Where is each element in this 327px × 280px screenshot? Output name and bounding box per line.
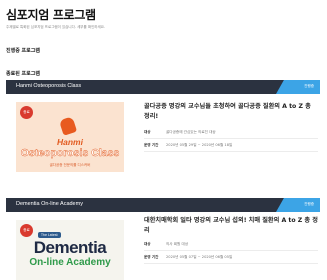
status-badge: 종료	[20, 106, 33, 119]
program-card-title: Hanmi Osteoporosis Class	[16, 83, 82, 89]
program-card-body: 종료 The Latest Dementia On-line Academy 대…	[6, 212, 320, 280]
program-card-hanmi[interactable]: Hanmi Osteoporosis Class 진행중 종료 Hanmi Os…	[6, 80, 320, 178]
nav-ongoing-programs[interactable]: 진행중 프로그램	[6, 47, 40, 54]
program-thumbnail[interactable]: 종료 The Latest Dementia On-line Academy	[16, 220, 124, 280]
nav-finished-programs[interactable]: 종료된 프로그램	[6, 70, 40, 77]
program-card-body: 종료 Hanmi Osteoporosis Class 골다공증 전문의를 디스…	[6, 94, 320, 178]
page-description: 주제별로 특화된 심포지엄 프로그램이 있습니다. 세부를 확인하세요.	[6, 25, 106, 29]
info-row-target: 대상 골다공증에 관심있는 의료진 대상	[144, 126, 318, 139]
program-card-header: Hanmi Osteoporosis Class 진행중	[6, 80, 320, 94]
program-card-dementia[interactable]: Dementia On-line Academy 진행중 종료 The Late…	[6, 198, 320, 280]
thumbnail-subtitle: 골다공증 전문의를 디스커버	[49, 163, 91, 167]
program-thumbnail[interactable]: 종료 Hanmi Osteoporosis Class 골다공증 전문의를 디스…	[16, 102, 124, 172]
info-value: 2020년 05월 07일 ~ 2020년 06월 05일	[166, 255, 233, 259]
info-value: 의사 회원 대상	[166, 242, 189, 246]
program-info: 골다공증 명강의 교수님들 초청하여 골다공증 질환의 A to Z 총 정리!…	[144, 98, 318, 152]
info-label: 운영 기간	[144, 255, 159, 259]
info-label: 운영 기간	[144, 143, 159, 147]
program-card-title: Dementia On-line Academy	[16, 201, 83, 207]
program-headline[interactable]: 골다공증 명강의 교수님들 초청하여 골다공증 질환의 A to Z 총 정리!	[144, 102, 318, 126]
info-row-target: 대상 의사 회원 대상	[144, 238, 318, 251]
status-label: 진행중	[304, 84, 314, 88]
divider	[144, 263, 318, 264]
info-row-period: 운영 기간 2020년 05월 07일 ~ 2020년 06월 05일	[144, 251, 318, 264]
thumbnail-title: Dementia	[33, 238, 107, 257]
thumbnail-title: Osteoporosis Class	[20, 147, 120, 159]
info-label: 대상	[144, 130, 151, 134]
info-label: 대상	[144, 242, 151, 246]
info-value: 골다공증에 관심있는 의료진 대상	[166, 130, 216, 134]
program-info: 대한치매학회 일타 명강의 교수님 섭외! 치매 질환의 A to Z 총 정리…	[144, 216, 318, 264]
program-headline[interactable]: 대한치매학회 일타 명강의 교수님 섭외! 치매 질환의 A to Z 총 정리	[144, 216, 318, 238]
info-value: 2020년 05월 29일 ~ 2020년 06월 18일	[166, 143, 233, 147]
program-card-header: Dementia On-line Academy 진행중	[6, 198, 320, 212]
thumbnail-subtitle: On-line Academy	[29, 257, 111, 268]
status-badge: 종료	[20, 224, 33, 237]
info-row-period: 운영 기간 2020년 05월 29일 ~ 2020년 06월 18일	[144, 139, 318, 152]
divider	[144, 151, 318, 152]
status-label: 진행중	[304, 202, 314, 206]
page-title: 심포지엄 프로그램	[6, 8, 96, 22]
thumbnail-brand: Hanmi	[57, 137, 83, 147]
